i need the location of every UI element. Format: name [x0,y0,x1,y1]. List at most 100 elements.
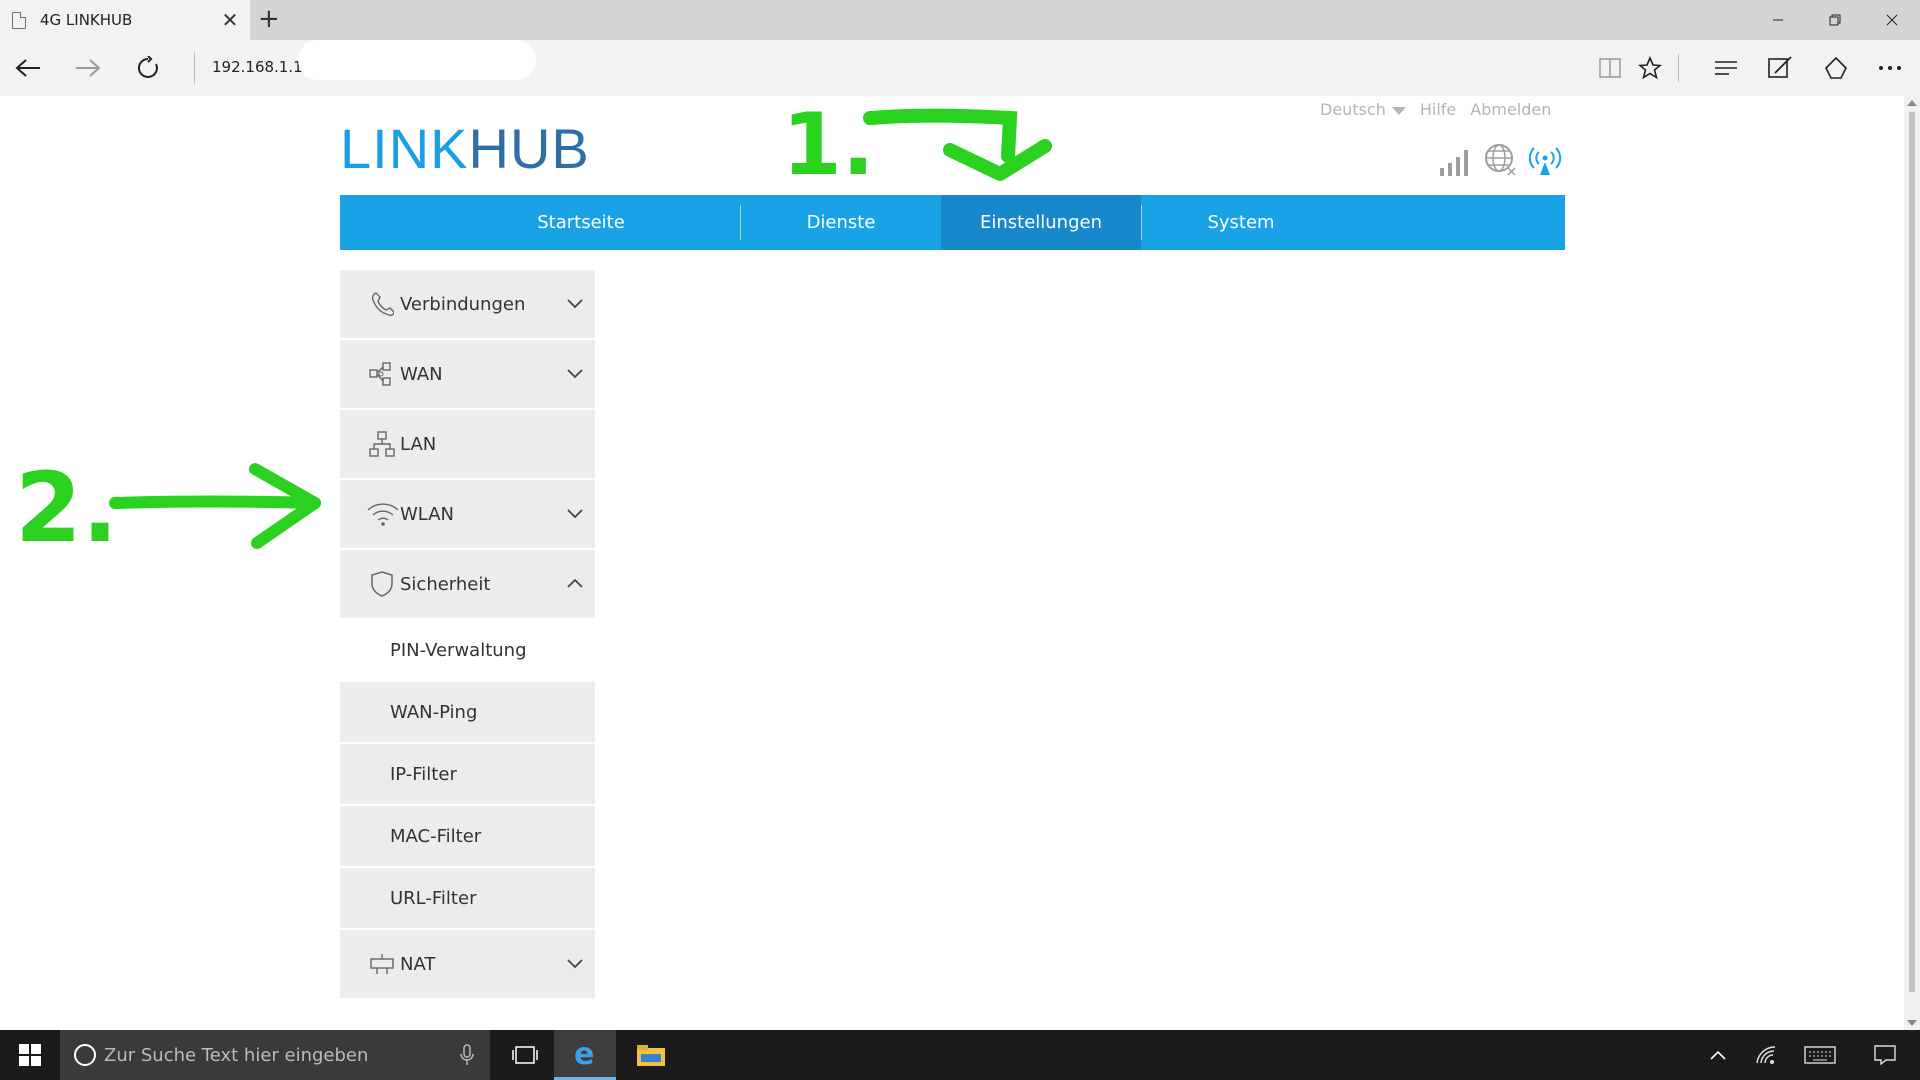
language-label: Deutsch [1320,100,1386,119]
annotation-step-1: 1. [782,96,1052,186]
show-hidden-icons-button[interactable] [1694,1030,1742,1080]
window-controls [1749,0,1920,40]
reading-view-button[interactable] [1590,48,1630,88]
tab-title: 4G LINKHUB [40,11,133,29]
web-note-button[interactable] [1760,48,1800,88]
search-placeholder: Zur Suche Text hier eingeben [104,1044,369,1066]
status-icons [1438,142,1564,176]
annotation-label-1: 1. [782,96,875,186]
browser-tab[interactable]: 4G LINKHUB ✕ [0,0,250,40]
sidebar-item-sicherheit[interactable]: Sicherheit [340,550,595,620]
nav-dienste[interactable]: Dienste [741,195,941,250]
wifi-icon [1756,1046,1776,1064]
task-view-button[interactable] [500,1030,550,1080]
share-button[interactable] [1816,48,1856,88]
sidebar-subitem-mac-filter[interactable]: MAC-Filter [340,806,595,868]
linkhub-logo: LINKHUB [340,116,590,181]
svg-text:e: e [574,1039,594,1069]
logout-link[interactable]: Abmelden [1470,100,1551,119]
chevron-down-icon [567,509,583,519]
sidebar-subitem-pin-verwaltung[interactable]: PIN-Verwaltung [340,620,595,682]
restore-button[interactable] [1806,0,1863,40]
file-explorer-button[interactable] [620,1030,682,1080]
back-button[interactable] [8,48,48,88]
sidebar-item-label: LAN [400,433,437,455]
close-window-button[interactable] [1863,0,1920,40]
top-links: Deutsch Hilfe Abmelden [1320,100,1551,119]
pen-icon [1768,56,1792,78]
restore-icon [1829,14,1840,26]
favorite-button[interactable] [1630,48,1670,88]
close-tab-icon[interactable]: ✕ [216,8,244,32]
nav-einstellungen[interactable]: Einstellungen [941,195,1141,250]
arrow-right-icon [76,59,101,77]
sidebar-item-wlan[interactable]: WLAN [340,480,595,550]
new-tab-button[interactable]: + [258,4,280,34]
nav-startseite[interactable]: Startseite [481,195,681,250]
book-icon [1599,58,1621,78]
sidebar-item-label: Verbindungen [400,293,526,315]
sidebar-subitem-ip-filter[interactable]: IP-Filter [340,744,595,806]
sidebar-item-nat[interactable]: NAT [340,930,595,1000]
sidebar-item-lan[interactable]: LAN [340,410,595,480]
browser-tab-bar: 4G LINKHUB ✕ + [0,0,1920,40]
minimize-button[interactable] [1749,0,1806,40]
windows-logo-icon [19,1044,41,1066]
more-button[interactable] [1870,48,1910,88]
notification-icon [1874,1045,1896,1065]
main-navigation: Startseite Dienste Einstellungen System [340,195,1565,250]
more-icon [1879,66,1901,70]
minimize-icon [1772,19,1783,21]
wifi-icon [366,501,398,527]
refresh-icon [137,56,158,78]
share-icon [1825,56,1847,79]
folder-icon [637,1045,665,1066]
address-redaction [298,40,536,80]
scroll-thumb[interactable] [1909,112,1915,992]
start-button[interactable] [0,1030,60,1080]
forward-button[interactable] [68,48,108,88]
system-tray [1694,1030,1920,1080]
internet-globe-icon [1485,144,1516,176]
arrow-left-icon [15,59,40,77]
taskbar-search[interactable]: Zur Suche Text hier eingeben [60,1030,490,1080]
chevron-up-icon [567,578,583,588]
windows-taskbar: Zur Suche Text hier eingeben e [0,1030,1920,1080]
sidebar-subitem-wan-ping[interactable]: WAN-Ping [340,682,595,744]
help-link[interactable]: Hilfe [1420,100,1456,119]
microphone-icon[interactable] [460,1044,474,1066]
nav-system[interactable]: System [1141,195,1341,250]
sidebar-item-label: Sicherheit [400,573,491,595]
hub-button[interactable] [1706,48,1746,88]
browser-nav-bar: 192.168.1.1/ [0,40,1920,96]
phone-icon [366,291,398,317]
cortana-icon [74,1044,96,1066]
hub-icon [1715,61,1737,75]
lan-icon [366,431,398,457]
sidebar-item-wan[interactable]: WAN [340,340,595,410]
network-button[interactable] [1742,1030,1790,1080]
touch-keyboard-button[interactable] [1790,1030,1850,1080]
page-icon [12,11,26,29]
page-scrollbar[interactable] [1904,96,1920,1030]
language-select[interactable]: Deutsch [1320,100,1406,119]
sidebar-item-label: WLAN [400,503,455,525]
sidebar-item-verbindungen[interactable]: Verbindungen [340,270,595,340]
scroll-up-icon[interactable] [1907,100,1917,106]
sidebar-subitem-url-filter[interactable]: URL-Filter [340,868,595,930]
refresh-button[interactable] [128,48,168,88]
wan-icon [366,362,398,386]
logo-part-link: LINK [340,117,469,180]
chevron-down-icon [567,959,583,969]
annotation-step-2: 2. [15,452,321,561]
scroll-down-icon[interactable] [1907,1020,1917,1026]
settings-sidebar: Verbindungen WAN LAN WLAN Sicherheit PIN… [340,270,595,1000]
annotation-label-2: 2. [15,452,118,561]
address-bar[interactable]: 192.168.1.1/ [212,58,308,76]
task-view-icon [512,1046,538,1064]
edge-icon: e [574,1039,594,1069]
edge-taskbar-button[interactable]: e [554,1030,616,1080]
chevron-up-icon [1710,1050,1726,1060]
action-center-button[interactable] [1850,1030,1920,1080]
logo-part-hub: HUB [468,117,590,180]
